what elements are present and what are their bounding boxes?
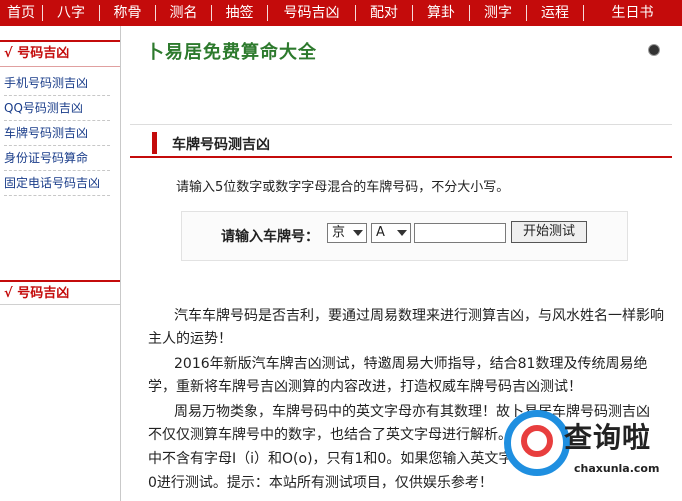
- nav-separator: [155, 5, 156, 21]
- section-title: 车牌号码测吉凶: [172, 137, 270, 153]
- nav-separator: [469, 5, 470, 21]
- sidebar-item-idcard[interactable]: 身份证号码算命: [4, 146, 110, 171]
- sidebar-heading-2: √ 号码吉凶: [0, 280, 120, 304]
- top-navigation: 首页 八字 称骨 测名 抽签 号码吉凶 配对 算卦 测字 运程 生日书: [0, 0, 682, 26]
- paragraph-line: 2016年新版汽车牌吉凶测试，特邀周易大师指导，结合81数理及传统周易绝: [174, 356, 648, 372]
- nav-home[interactable]: 首页: [0, 0, 42, 26]
- sidebar-heading: √ 号码吉凶: [0, 40, 120, 67]
- watermark-text: 查询啦: [564, 421, 652, 454]
- province-select-value: 京: [332, 225, 346, 240]
- nav-separator: [42, 5, 43, 21]
- sidebar-divider: [0, 304, 120, 305]
- section-marker: [152, 132, 157, 154]
- yin-yang-icon: [648, 44, 660, 56]
- chevron-down-icon: [397, 230, 407, 236]
- nav-haoma[interactable]: 号码吉凶: [268, 0, 355, 26]
- nav-peidui[interactable]: 配对: [356, 0, 412, 26]
- plate-number-input[interactable]: [414, 223, 506, 243]
- nav-separator: [267, 5, 268, 21]
- sidebar: √ 号码吉凶 手机号码测吉凶 QQ号码测吉凶 车牌号码测吉凶 身份证号码算命 固…: [0, 26, 121, 501]
- chevron-down-icon: [353, 230, 363, 236]
- section-top-divider: [130, 124, 672, 125]
- instruction-text: 请输入5位数字或数字字母混合的车牌号码，不分大小写。: [176, 180, 510, 195]
- plate-label: 请输入车牌号：: [221, 229, 319, 245]
- site-title[interactable]: 卜易居免费算命大全: [146, 38, 317, 64]
- province-select[interactable]: 京: [327, 223, 367, 243]
- nav-ceming[interactable]: 测名: [156, 0, 211, 26]
- nav-separator: [355, 5, 356, 21]
- sidebar-item-plate[interactable]: 车牌号码测吉凶: [4, 121, 110, 146]
- paragraph-line: 汽车车牌号码是否吉利，要通过周易数理来进行测算吉凶，与风水姓名一样影响: [174, 308, 664, 324]
- nav-yuncheng[interactable]: 运程: [527, 0, 583, 26]
- watermark-logo-icon: [504, 410, 570, 476]
- start-test-button[interactable]: 开始测试: [511, 221, 587, 243]
- nav-separator: [412, 5, 413, 21]
- sidebar-list: 手机号码测吉凶 QQ号码测吉凶 车牌号码测吉凶 身份证号码算命 固定电话号码吉凶: [0, 71, 120, 196]
- letter-select-value: A: [376, 225, 385, 240]
- section-bottom-divider: [130, 156, 672, 158]
- nav-separator: [526, 5, 527, 21]
- nav-bazi[interactable]: 八字: [43, 0, 99, 26]
- letter-select[interactable]: A: [371, 223, 411, 243]
- nav-separator: [583, 5, 584, 21]
- nav-chenggu[interactable]: 称骨: [100, 0, 155, 26]
- nav-separator: [99, 5, 100, 21]
- watermark-url: chaxunla.com: [574, 462, 660, 475]
- nav-separator: [211, 5, 212, 21]
- paragraph-line: 0进行测试。提示：本站所有测试项目，仅供娱乐参考！: [148, 475, 493, 491]
- sidebar-item-mobile[interactable]: 手机号码测吉凶: [4, 71, 110, 96]
- paragraph-line: 主人的运势！: [148, 331, 232, 347]
- sidebar-item-landline[interactable]: 固定电话号码吉凶: [4, 171, 110, 196]
- nav-cezi[interactable]: 测字: [470, 0, 526, 26]
- nav-shengrishu[interactable]: 生日书: [584, 0, 681, 26]
- paragraph-line: 学，重新将车牌号吉凶测算的内容改进，打造权威车牌号码吉凶测试！: [148, 379, 582, 395]
- nav-suangua[interactable]: 算卦: [413, 0, 469, 26]
- nav-chouqian[interactable]: 抽签: [212, 0, 267, 26]
- sidebar-item-qq[interactable]: QQ号码测吉凶: [4, 96, 110, 121]
